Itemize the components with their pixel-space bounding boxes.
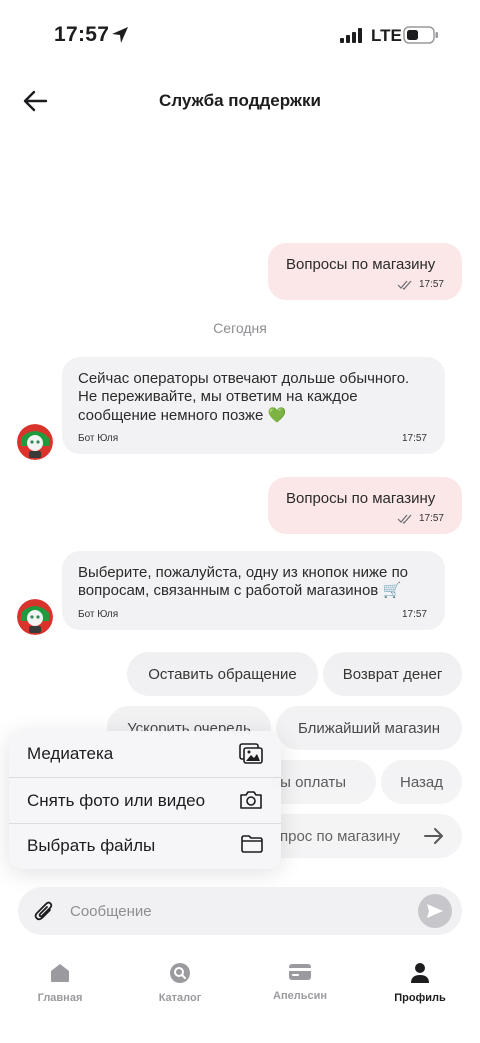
message-text: Вопросы по магазину: [286, 256, 436, 273]
chip-refund[interactable]: Возврат денег: [323, 652, 462, 696]
menu-item-label: Медиатека: [27, 744, 114, 763]
outgoing-message: Вопросы по магазину 17:57: [268, 243, 462, 300]
date-separator: Сегодня: [213, 320, 267, 336]
attachment-menu: Медиатека Снять фото или видео Выбрать ф…: [9, 731, 281, 869]
camera-icon: [240, 791, 262, 809]
photo-library-icon: [239, 743, 263, 764]
message-text: Сейчас операторы отвечают дольше обычног…: [78, 370, 410, 424]
location-arrow-icon: [112, 27, 128, 43]
menu-item-label: Выбрать файлы: [27, 836, 156, 855]
paperclip-icon[interactable]: [34, 900, 54, 922]
menu-item-media-library[interactable]: Медиатека: [9, 731, 281, 777]
message-input-bar: [18, 887, 462, 935]
message-sender: Бот Юля: [78, 608, 119, 620]
send-icon: [427, 904, 443, 918]
tab-label: Апельсин: [273, 990, 327, 1002]
send-button[interactable]: [418, 894, 452, 928]
message-time: 17:57: [418, 513, 444, 524]
bot-avatar: [17, 599, 53, 635]
bot-avatar: [17, 424, 53, 460]
tab-label: Профиль: [394, 992, 446, 1004]
arrow-right-icon: [424, 828, 443, 844]
battery-icon: [403, 26, 438, 44]
incoming-message: Выберите, пожалуйста, одну из кнопок ниж…: [62, 551, 445, 630]
chip-back[interactable]: Назад: [381, 760, 462, 804]
tab-profile[interactable]: Профиль: [370, 962, 470, 1004]
message-time: 17:57: [418, 279, 444, 290]
message-sender: Бот Юля: [78, 432, 119, 444]
network-type: LTE: [371, 26, 402, 45]
message-input[interactable]: [70, 897, 400, 925]
home-icon: [51, 964, 69, 982]
menu-item-take-photo[interactable]: Снять фото или видео: [9, 778, 281, 824]
chip-leave-request[interactable]: Оставить обращение: [127, 652, 318, 696]
double-check-icon: [397, 514, 412, 524]
signal-icon: [340, 28, 362, 43]
page-title: Служба поддержки: [159, 91, 321, 110]
profile-icon: [411, 963, 429, 983]
message-time: 17:57: [401, 608, 427, 620]
menu-item-choose-files[interactable]: Выбрать файлы: [9, 823, 281, 869]
double-check-icon: [397, 280, 412, 290]
chip-label: прос по магазину: [280, 827, 401, 845]
menu-item-label: Снять фото или видео: [27, 791, 206, 810]
outgoing-message: Вопросы по магазину 17:57: [268, 477, 462, 534]
status-time: 17:57: [54, 23, 110, 46]
chip-nearest-store[interactable]: Ближайший магазин: [276, 706, 462, 750]
catalog-search-icon: [170, 963, 190, 983]
card-icon: [289, 964, 311, 980]
tab-catalog[interactable]: Каталог: [130, 962, 230, 1004]
message-time: 17:57: [401, 432, 427, 444]
status-bar: 17:57 LTE: [0, 0, 480, 70]
message-text: Вопросы по магазину: [286, 490, 436, 507]
message-text: Выберите, пожалуйста, одну из кнопок ниж…: [78, 564, 409, 600]
folder-icon: [241, 835, 263, 853]
incoming-message: Сейчас операторы отвечают дольше обычног…: [62, 357, 445, 454]
tab-label: Каталог: [158, 992, 202, 1004]
tab-label: Главная: [37, 992, 83, 1004]
tab-apelsin[interactable]: Апельсин: [250, 962, 350, 1002]
tab-home[interactable]: Главная: [10, 962, 110, 1004]
